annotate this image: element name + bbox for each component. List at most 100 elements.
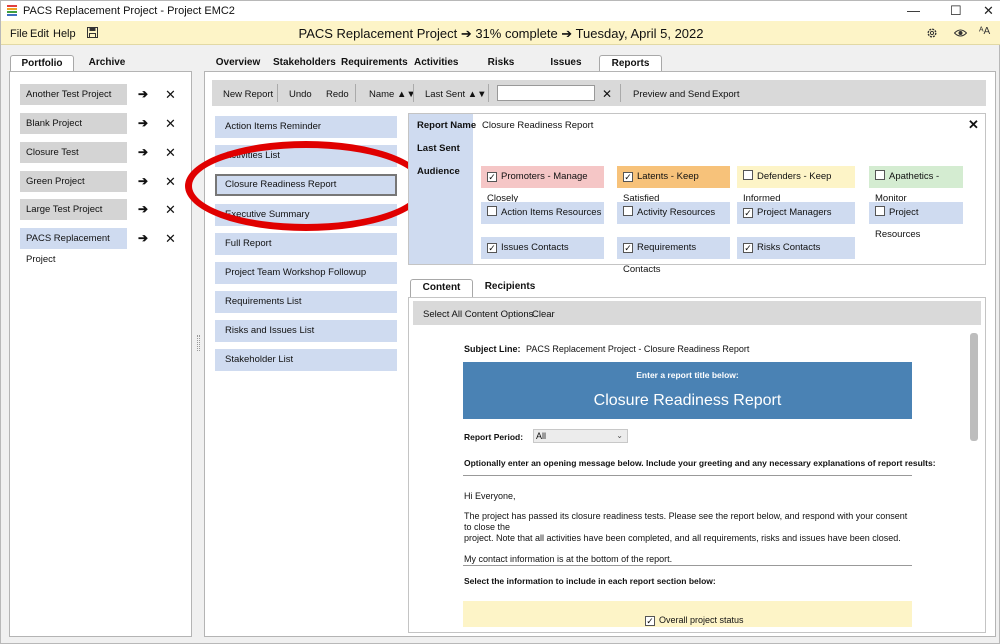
divider [463, 565, 912, 566]
audience-checkbox[interactable] [875, 206, 885, 216]
audience-option[interactable]: Apathetics - Monitor [869, 166, 963, 204]
report-title-input[interactable]: Closure Readiness Report [463, 392, 912, 410]
preview-and-send-button[interactable]: Preview and Send [633, 89, 710, 100]
project-item[interactable]: Blank Project [20, 113, 127, 134]
audience-option[interactable]: Activity Resources [617, 202, 730, 224]
project-item[interactable]: Another Test Project [20, 84, 127, 105]
overall-status-label: Overall project status [659, 615, 744, 625]
clear-search-icon[interactable]: ✕ [602, 87, 612, 101]
audience-checkbox[interactable] [623, 206, 633, 216]
close-window-button[interactable]: ✕ [983, 3, 994, 19]
audience-checkbox[interactable]: ✓ [487, 172, 497, 182]
menu-file[interactable]: File [10, 28, 28, 40]
minimize-button[interactable]: — [907, 3, 920, 18]
select-all-content-button[interactable]: Select All Content Options [423, 309, 533, 320]
message-line: The project has passed its closure readi… [464, 511, 908, 532]
audience-option[interactable]: ✓ Project Managers [737, 202, 855, 224]
audience-option[interactable]: ✓ Latents - Keep Satisfied [617, 166, 730, 204]
audience-option[interactable]: Project Resources [869, 202, 963, 240]
opening-message-editor[interactable]: Hi Everyone, The project has passed its … [464, 491, 909, 565]
open-project-arrow-icon[interactable]: ➔ [138, 231, 148, 245]
audience-option[interactable]: ✓ Risks Contacts [737, 237, 855, 259]
clear-content-button[interactable]: Clear [532, 309, 555, 320]
tab-recipients[interactable]: Recipients (21) [478, 279, 542, 308]
title-bar: PACS Replacement Project - Project EMC2 … [1, 1, 1000, 21]
project-item-selected[interactable]: PACS Replacement Project [20, 228, 127, 265]
redo-button[interactable]: Redo [326, 89, 349, 100]
audience-option[interactable]: Action Items Resources [481, 202, 604, 224]
overall-status-option[interactable]: ✓ Overall project status [645, 615, 744, 626]
font-size-icon[interactable]: ᴬA [979, 26, 990, 37]
report-name-value[interactable]: Closure Readiness Report [482, 120, 593, 131]
audience-option[interactable]: ✓ Promoters - Manage Closely [481, 166, 604, 204]
report-period-select[interactable]: All ⌄ [533, 429, 628, 443]
app-icon [7, 5, 17, 16]
audience-checkbox[interactable] [743, 170, 753, 180]
remove-project-icon[interactable]: ✕ [165, 202, 176, 218]
menu-edit[interactable]: Edit [30, 28, 49, 40]
last-sent-label: Last Sent [417, 143, 460, 154]
sort-by-last-sent-button[interactable]: Last Sent ▲▼ [425, 89, 487, 100]
subject-line-value[interactable]: PACS Replacement Project - Closure Readi… [526, 344, 749, 354]
export-button[interactable]: Export [712, 89, 739, 100]
report-list-item[interactable]: Requirements List [215, 291, 397, 313]
report-list-item[interactable]: Full Report [215, 233, 397, 255]
window-title: PACS Replacement Project - Project EMC2 [23, 5, 235, 17]
overall-status-checkbox[interactable]: ✓ [645, 616, 655, 626]
section-selection-prompt: Select the information to include in eac… [464, 576, 716, 586]
remove-project-icon[interactable]: ✕ [165, 116, 176, 132]
message-line: project. Note that all activities have b… [464, 533, 901, 543]
open-project-arrow-icon[interactable]: ➔ [138, 116, 148, 130]
audience-checkbox[interactable]: ✓ [743, 243, 753, 253]
close-details-icon[interactable]: ✕ [968, 117, 979, 133]
settings-gear-icon[interactable] [926, 27, 938, 39]
audience-checkbox[interactable]: ✓ [487, 243, 497, 253]
audience-option-label: Issues Contacts [501, 242, 569, 253]
content-toolbar: Select All Content Options Clear [413, 301, 981, 325]
audience-checkbox[interactable] [875, 170, 885, 180]
project-item[interactable]: Large Test Project [20, 199, 127, 220]
toolbar-divider [413, 84, 414, 102]
open-project-arrow-icon[interactable]: ➔ [138, 145, 148, 159]
open-project-arrow-icon[interactable]: ➔ [138, 87, 148, 101]
save-icon[interactable] [87, 27, 98, 38]
open-project-arrow-icon[interactable]: ➔ [138, 174, 148, 188]
divider [463, 475, 912, 476]
audience-checkbox[interactable] [487, 206, 497, 216]
toolbar-divider [488, 84, 489, 102]
toolbar-divider [277, 84, 278, 102]
maximize-button[interactable]: ☐ [950, 3, 962, 19]
view-eye-icon[interactable] [954, 28, 967, 38]
remove-project-icon[interactable]: ✕ [165, 231, 176, 247]
project-item[interactable]: Closure Test [20, 142, 127, 163]
audience-option-label: Risks Contacts [757, 242, 821, 253]
audience-checkbox[interactable]: ✓ [623, 172, 633, 182]
audience-option[interactable]: ✓ Issues Contacts [481, 237, 604, 259]
audience-option[interactable]: ✓ Requirements Contacts [617, 237, 730, 275]
audience-checkbox[interactable]: ✓ [623, 243, 633, 253]
panel-splitter-grip[interactable] [197, 335, 200, 351]
remove-project-icon[interactable]: ✕ [165, 145, 176, 161]
menu-help[interactable]: Help [53, 28, 76, 40]
report-list-item[interactable]: Stakeholder List [215, 349, 397, 371]
project-status-section: ✓ Overall project status [463, 601, 912, 627]
search-input[interactable] [497, 85, 595, 101]
audience-label: Audience [417, 166, 460, 177]
contact-line: My contact information is at the bottom … [464, 554, 673, 564]
open-project-arrow-icon[interactable]: ➔ [138, 202, 148, 216]
remove-project-icon[interactable]: ✕ [165, 87, 176, 103]
remove-project-icon[interactable]: ✕ [165, 174, 176, 190]
report-list-item[interactable]: Risks and Issues List [215, 320, 397, 342]
undo-button[interactable]: Undo [289, 89, 312, 100]
tab-content[interactable]: Content [410, 279, 473, 297]
report-list-item[interactable]: Action Items Reminder [215, 116, 397, 138]
sort-by-name-button[interactable]: Name ▲▼ [369, 89, 416, 100]
audience-option[interactable]: Defenders - Keep Informed [737, 166, 855, 204]
project-status-line: PACS Replacement Project ➔ 31% complete … [298, 26, 704, 41]
content-scrollbar[interactable] [970, 333, 978, 441]
report-list-item[interactable]: Project Team Workshop Followup [215, 262, 397, 284]
audience-checkbox[interactable]: ✓ [743, 208, 753, 218]
opening-message-prompt: Optionally enter an opening message belo… [464, 458, 936, 468]
new-report-button[interactable]: New Report [223, 89, 273, 100]
project-item[interactable]: Green Project [20, 171, 127, 192]
